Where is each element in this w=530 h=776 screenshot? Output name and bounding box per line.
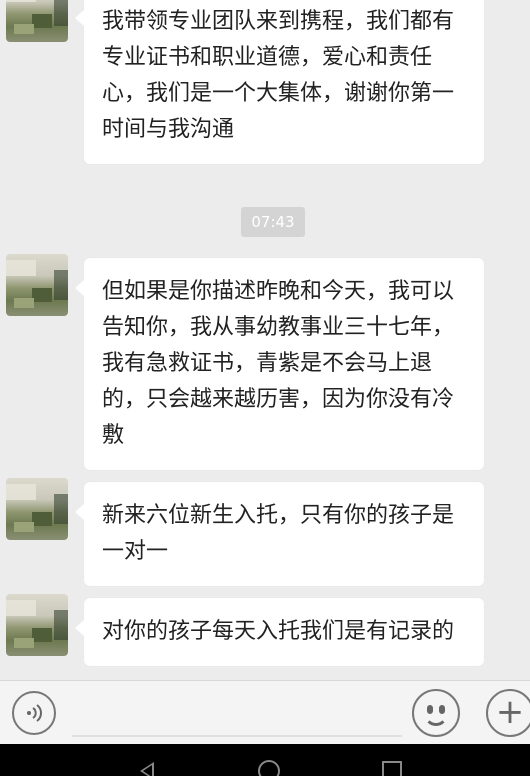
message-text: 新来六位新生入托，只有你的孩子是一对一 <box>102 503 455 564</box>
chat-area[interactable]: 我带领专业团队来到携程，我们都有专业证书和职业道德，爱心和责任心，我们是一个大集… <box>0 0 530 680</box>
back-icon[interactable] <box>140 762 154 776</box>
emoji-icon[interactable] <box>412 689 460 737</box>
input-bar: + <box>0 680 530 744</box>
message-timestamp: 07:43 <box>241 207 305 237</box>
voice-icon[interactable] <box>12 691 56 735</box>
plus-icon[interactable]: + <box>486 689 530 737</box>
voice-wave-icon <box>27 704 42 722</box>
message-bubble[interactable]: 对你的孩子每天入托我们是有记录的 <box>75 598 484 666</box>
sender-avatar[interactable] <box>6 0 68 42</box>
message-text: 但如果是你描述昨晚和今天，我可以告知你，我从事幼教事业三十七年，我有急救证书，青… <box>102 279 455 448</box>
message-bubble[interactable]: 我带领专业团队来到携程，我们都有专业证书和职业道德，爱心和责任心，我们是一个大集… <box>75 0 484 164</box>
message-bubble[interactable]: 但如果是你描述昨晚和今天，我可以告知你，我从事幼教事业三十七年，我有急救证书，青… <box>75 258 484 470</box>
message-bubble[interactable]: 新来六位新生入托，只有你的孩子是一对一 <box>75 482 484 586</box>
message-text: 对你的孩子每天入托我们是有记录的 <box>102 619 455 644</box>
sender-avatar[interactable] <box>6 594 68 656</box>
message-text: 我带领专业团队来到携程，我们都有专业证书和职业道德，爱心和责任心，我们是一个大集… <box>102 9 455 142</box>
sender-avatar[interactable] <box>6 254 68 316</box>
recent-apps-icon[interactable] <box>382 761 402 776</box>
home-icon[interactable] <box>258 760 280 776</box>
system-nav-bar <box>0 744 530 776</box>
message-input[interactable] <box>72 691 402 737</box>
sender-avatar[interactable] <box>6 478 68 540</box>
